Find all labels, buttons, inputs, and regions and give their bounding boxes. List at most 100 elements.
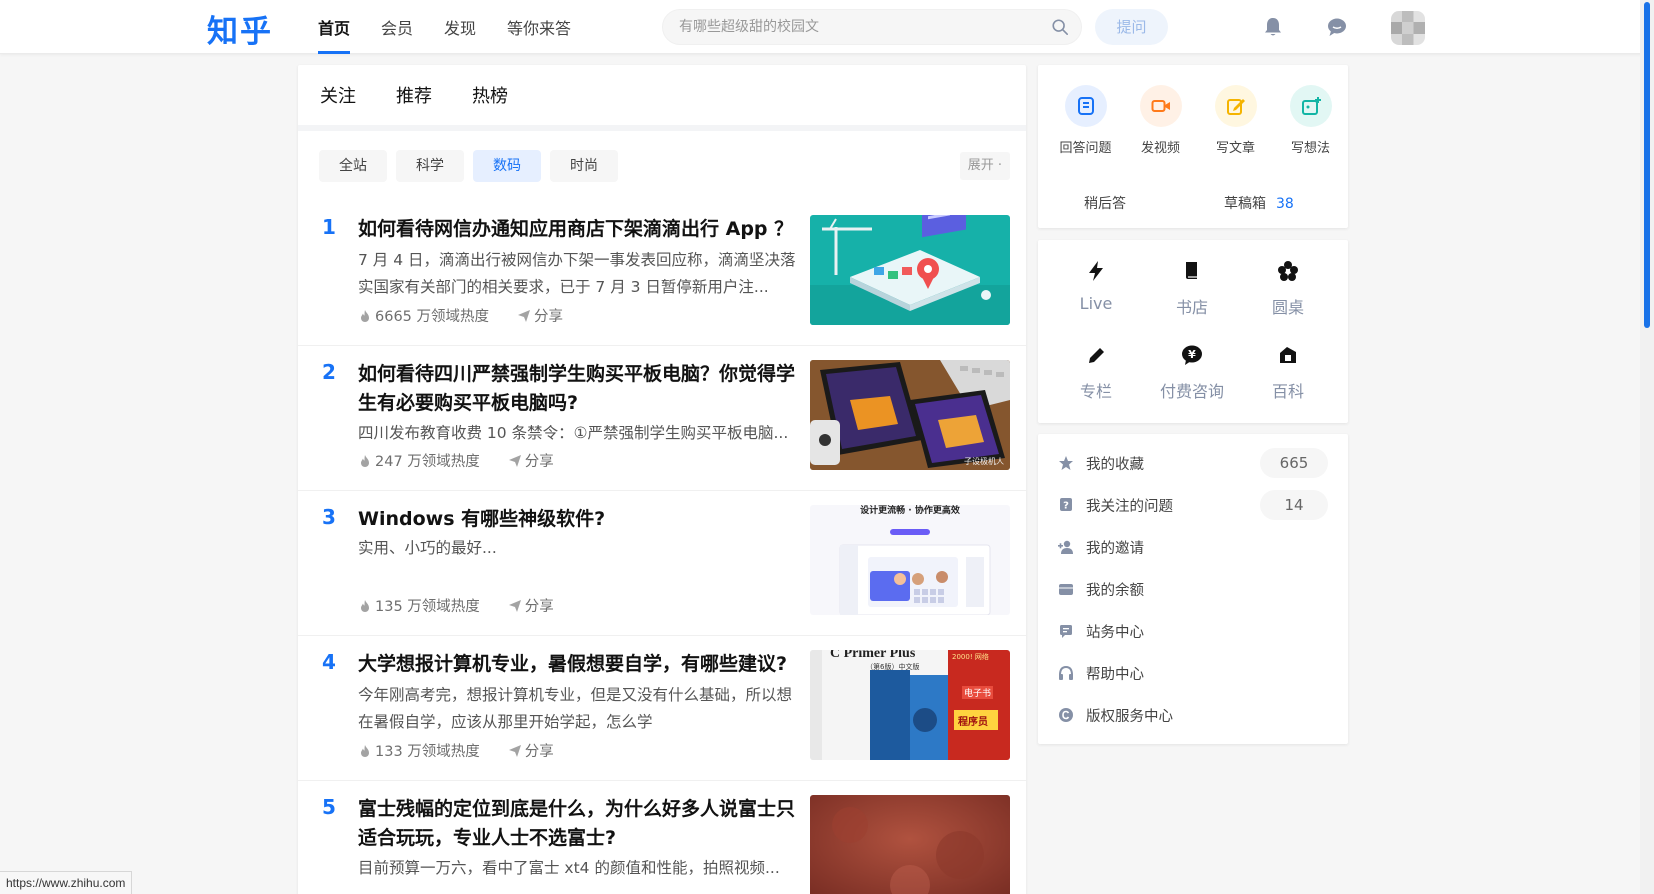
write-article-button[interactable]: 写文章 bbox=[1198, 85, 1273, 156]
hot-rank: 2 bbox=[322, 360, 336, 384]
encyclopedia-link[interactable]: 百科 bbox=[1240, 344, 1336, 402]
nav-discover[interactable]: 发现 bbox=[444, 0, 476, 54]
ebook-label: 电子书 bbox=[962, 686, 994, 699]
hot-title[interactable]: 大学想报计算机专业，暑假想要自学，有哪些建议? bbox=[358, 650, 808, 679]
hot-title[interactable]: Windows 有哪些神级软件? bbox=[358, 505, 798, 534]
hot-thumbnail[interactable]: C Primer Plus （第6版）中文版 2000! 网络 电子书 程序员 bbox=[810, 650, 1010, 760]
search-box bbox=[662, 9, 1082, 45]
help-center-link[interactable]: 帮助中心 bbox=[1058, 658, 1328, 688]
roundtable-icon bbox=[1278, 261, 1298, 281]
live-link[interactable]: Live bbox=[1048, 260, 1144, 313]
thumb-header: 设计更流畅 · 协作更高效 bbox=[860, 506, 960, 516]
copyright-service-link[interactable]: 版权服务中心 bbox=[1058, 700, 1328, 730]
hot-excerpt: 四川发布教育收费 10 条禁令：①严禁强制学生购买平板电脑... bbox=[358, 424, 789, 442]
roundtable-link[interactable]: 圆桌 bbox=[1240, 260, 1336, 318]
hot-meta: 6665 万领域热度 分享 bbox=[358, 305, 591, 326]
write-thought-button[interactable]: 写想法 bbox=[1273, 85, 1348, 156]
search-icon[interactable] bbox=[1051, 18, 1069, 36]
hot-item[interactable]: 3 Windows 有哪些神级软件? 实用、小巧的最好... 135 万领域热度… bbox=[298, 491, 1026, 636]
scrollbar-thumb[interactable] bbox=[1644, 2, 1650, 328]
expand-filters-button[interactable]: 展开 · bbox=[959, 152, 1010, 180]
followed-questions-link[interactable]: ? 我关注的问题 14 bbox=[1058, 490, 1328, 520]
answer-later-link[interactable]: 稍后答 bbox=[1084, 193, 1126, 213]
edit-icon bbox=[1226, 99, 1245, 115]
nav-membership[interactable]: 会员 bbox=[381, 0, 413, 54]
question-icon: ? bbox=[1060, 498, 1072, 512]
search-input[interactable] bbox=[679, 10, 1039, 44]
hot-meta: 133 万领域热度 分享 bbox=[358, 740, 582, 761]
isometric-map-image bbox=[810, 215, 1010, 325]
message-icon[interactable] bbox=[1326, 16, 1348, 38]
hot-item[interactable]: 4 大学想报计算机专业，暑假想要自学，有哪些建议? 今年刚高考完，想报计算机专业… bbox=[298, 636, 1026, 781]
column-link[interactable]: 专栏 bbox=[1048, 344, 1144, 402]
hot-rank: 5 bbox=[322, 795, 336, 819]
hot-rank: 3 bbox=[322, 505, 336, 529]
hot-item[interactable]: 1 如何看待网信办通知应用商店下架滴滴出行 App ？ 7 月 4 日，滴滴出行… bbox=[298, 201, 1026, 346]
encyclopedia-icon bbox=[1280, 347, 1296, 363]
creation-center-card: 回答问题 发视频 写文章 写想法 稍后答 草稿箱 38 bbox=[1038, 65, 1348, 228]
nav-waiting-answers[interactable]: 等你来答 bbox=[507, 0, 571, 54]
programmer-label: 程序员 bbox=[958, 717, 988, 728]
share-button[interactable]: 分享 bbox=[508, 740, 554, 761]
my-favorites-link[interactable]: 我的收藏 665 bbox=[1058, 448, 1328, 478]
hot-thumbnail[interactable] bbox=[810, 215, 1010, 325]
hot-meta: 247 万领域热度 分享 bbox=[358, 450, 582, 471]
hot-title[interactable]: 如何看待网信办通知应用商店下架滴滴出行 App ？ bbox=[358, 215, 808, 244]
nav-home[interactable]: 首页 bbox=[318, 0, 351, 54]
book-badge: 2000! 网络 bbox=[952, 653, 989, 661]
svg-text:¥: ¥ bbox=[1188, 348, 1196, 361]
hot-rank: 4 bbox=[322, 650, 336, 674]
add-user-icon bbox=[1058, 540, 1073, 554]
drafts-link[interactable]: 草稿箱 38 bbox=[1224, 193, 1294, 213]
hot-rank: 1 bbox=[322, 215, 336, 239]
avatar[interactable] bbox=[1391, 11, 1425, 45]
hot-thumbnail[interactable]: 设计更流畅 · 协作更高效 bbox=[810, 505, 1010, 615]
hot-thumbnail[interactable]: 子设极机人 bbox=[810, 360, 1010, 470]
filter-science[interactable]: 科学 bbox=[396, 150, 464, 182]
tab-follow[interactable]: 关注 bbox=[320, 65, 356, 125]
thumb-watermark: 子设极机人 bbox=[964, 457, 1004, 466]
share-button[interactable]: 分享 bbox=[517, 305, 563, 326]
filter-all[interactable]: 全站 bbox=[319, 150, 387, 182]
drafts-label: 草稿箱 bbox=[1224, 196, 1266, 212]
ask-button[interactable]: 提问 bbox=[1095, 9, 1168, 45]
tools-card: Live 书店 圆桌 专栏 ¥ 付费咨询 百科 bbox=[1038, 240, 1348, 423]
heat-text: 135 万领域热度 bbox=[375, 599, 480, 615]
svg-text:?: ? bbox=[1063, 501, 1069, 512]
share-icon bbox=[508, 599, 521, 612]
zhihu-logo[interactable]: 知乎 bbox=[207, 6, 273, 51]
hot-thumbnail[interactable] bbox=[810, 795, 1010, 894]
main-nav: 首页 会员 发现 等你来答 bbox=[318, 0, 602, 54]
my-invitations-link[interactable]: 我的邀请 bbox=[1058, 532, 1328, 562]
my-balance-link[interactable]: 我的余额 bbox=[1058, 574, 1328, 604]
hot-list-card: 关注 推荐 热榜 全站 科学 数码 时尚 展开 · 1 如何看待网信办通知应用商… bbox=[298, 65, 1026, 894]
tab-recommend[interactable]: 推荐 bbox=[396, 65, 432, 125]
bell-icon[interactable] bbox=[1262, 16, 1284, 38]
answer-question-button[interactable]: 回答问题 bbox=[1048, 85, 1123, 156]
fire-icon bbox=[361, 599, 369, 612]
bookstore-link[interactable]: 书店 bbox=[1144, 260, 1240, 318]
share-label: 分享 bbox=[534, 309, 564, 325]
hot-title[interactable]: 如何看待四川严禁强制学生购买平板电脑？你觉得学生有必要购买平板电脑吗? bbox=[358, 360, 803, 418]
heat-text: 247 万领域热度 bbox=[375, 454, 480, 470]
page-scrollbar[interactable] bbox=[1640, 0, 1654, 894]
hot-excerpt: 7 月 4 日，滴滴出行被网信办下架一事发表回应称，滴滴坚决落实国家有关部门的相… bbox=[358, 251, 796, 296]
filter-digital[interactable]: 数码 bbox=[473, 150, 541, 182]
hot-excerpt: 今年刚高考完，想报计算机专业，但是又没有什么基础，所以想在暑假自学，应该从那里开… bbox=[358, 686, 793, 731]
post-video-button[interactable]: 发视频 bbox=[1123, 85, 1198, 156]
hot-excerpt: 目前预算一万六，看中了富士 xt4 的颜值和性能，拍照视频... bbox=[358, 859, 780, 877]
hot-title[interactable]: 富士残幅的定位到底是什么，为什么好多人说富士只适合玩玩，专业人士不选富士? bbox=[358, 795, 803, 853]
tab-hot[interactable]: 热榜 bbox=[472, 65, 508, 125]
hot-item[interactable]: 2 如何看待四川严禁强制学生购买平板电脑？你觉得学生有必要购买平板电脑吗? 四川… bbox=[298, 346, 1026, 491]
site-service-link[interactable]: 站务中心 bbox=[1058, 616, 1328, 646]
red-texture-image bbox=[810, 795, 1010, 894]
tabs-divider bbox=[298, 125, 1026, 131]
book-edition: （第6版）中文版 bbox=[866, 663, 920, 671]
share-icon bbox=[518, 309, 531, 322]
paid-consult-link[interactable]: ¥ 付费咨询 bbox=[1144, 344, 1240, 402]
share-button[interactable]: 分享 bbox=[508, 595, 554, 616]
filter-fashion[interactable]: 时尚 bbox=[550, 150, 618, 182]
share-button[interactable]: 分享 bbox=[508, 450, 554, 471]
hot-item[interactable]: 5 富士残幅的定位到底是什么，为什么好多人说富士只适合玩玩，专业人士不选富士? … bbox=[298, 781, 1026, 894]
copyright-icon bbox=[1059, 708, 1073, 722]
